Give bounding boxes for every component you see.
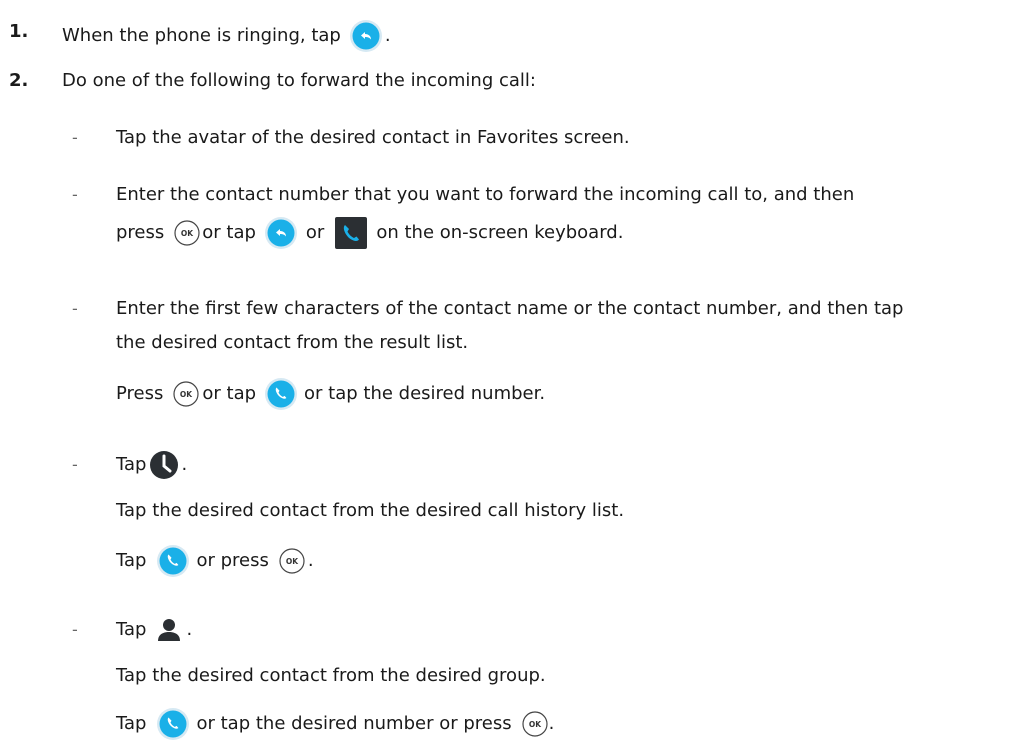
option-text: Tap (116, 454, 147, 475)
option-text: or tap (202, 222, 256, 243)
option-text: or (305, 222, 325, 243)
option-history: - Tap . (0, 450, 187, 480)
option-search-line3: Press OK or tap or tap the desired numbe… (116, 377, 545, 411)
option-text: on the on-screen keyboard. (376, 222, 624, 243)
option-text: Tap the desired contact from the desired… (116, 500, 625, 521)
step-text: Do one of the following to forward the i… (62, 70, 536, 91)
svg-text:OK: OK (181, 229, 194, 238)
forward-icon (264, 216, 298, 250)
option-text: Tap (116, 713, 147, 734)
option-text: Enter the contact number that you want t… (116, 184, 855, 205)
bullet-dash: - (72, 185, 78, 204)
svg-text:OK: OK (286, 557, 299, 566)
punctuation: . (384, 25, 391, 46)
call-icon (264, 377, 298, 411)
punctuation: . (186, 619, 193, 640)
bullet-dash: - (72, 620, 78, 639)
bullet-dash: - (72, 455, 78, 474)
option-directory: - Tap . (0, 617, 192, 643)
option-text: or tap the desired number or press (196, 713, 512, 734)
contact-icon (156, 618, 182, 642)
option-history-line3: Tap or press OK . (116, 544, 314, 578)
ok-key-icon: OK (521, 711, 548, 737)
history-icon (149, 450, 179, 480)
option-text: Tap the desired contact from the desired… (116, 665, 546, 686)
option-search: - Enter the first few characters of the … (0, 296, 1027, 322)
step-number: 1. (9, 21, 29, 42)
option-search-line2: the desired contact from the result list… (116, 330, 468, 356)
ok-key-icon: OK (173, 381, 199, 407)
step-number: 2. (9, 70, 29, 91)
option-directory-line3: Tap or tap the desired number or press O… (116, 707, 554, 741)
call-icon (156, 544, 190, 578)
step-2: 2. Do one of the following to forward th… (0, 68, 536, 94)
phone-key-icon (334, 216, 368, 250)
option-text: or tap the desired number. (304, 383, 546, 404)
step-1: 1. When the phone is ringing, tap . (0, 19, 391, 53)
punctuation: . (548, 713, 555, 734)
option-text: Press (116, 383, 164, 404)
bullet-dash: - (72, 128, 78, 147)
punctuation: . (307, 550, 314, 571)
punctuation: . (181, 454, 188, 475)
option-text: press (116, 222, 165, 243)
option-text: Tap the avatar of the desired contact in… (116, 127, 630, 148)
ok-key-icon: OK (279, 548, 305, 574)
option-enter-number-line2: press OK or tap or on the on-screen keyb… (116, 216, 623, 250)
svg-text:OK: OK (180, 390, 193, 399)
bullet-dash: - (72, 299, 78, 318)
ok-key-icon: OK (174, 220, 200, 246)
option-history-line2: Tap the desired contact from the desired… (116, 498, 624, 524)
option-enter-number: - Enter the contact number that you want… (0, 182, 1027, 208)
option-text: the desired contact from the result list… (116, 332, 469, 353)
option-text: Tap (116, 550, 147, 571)
option-directory-line2: Tap the desired contact from the desired… (116, 663, 546, 689)
option-text: Tap (116, 619, 147, 640)
option-text: or press (196, 550, 269, 571)
forward-icon (349, 19, 383, 53)
call-icon (156, 707, 190, 741)
option-text: or tap (202, 383, 257, 404)
svg-text:OK: OK (529, 720, 542, 729)
step-text: When the phone is ringing, tap (62, 25, 341, 46)
option-favorites: - Tap the avatar of the desired contact … (0, 125, 1027, 151)
option-text: Enter the first few characters of the co… (116, 298, 904, 319)
